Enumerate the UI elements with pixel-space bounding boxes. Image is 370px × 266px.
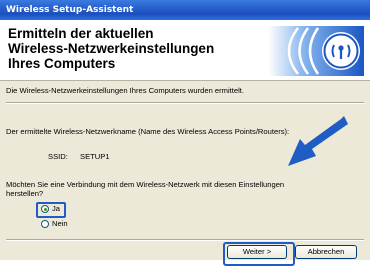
radio-nein[interactable] bbox=[41, 220, 49, 228]
info-text: Die Wireless-Netzwerkeinstellungen Ihres… bbox=[6, 86, 245, 95]
wireless-signal-icon bbox=[268, 26, 364, 76]
ssid-label: SSID: bbox=[48, 152, 68, 161]
page-title-line-2: Wireless-Netzwerkeinstellungen bbox=[8, 41, 215, 56]
question-text-line-2: herstellen? bbox=[6, 189, 44, 198]
radio-ja-label[interactable]: Ja bbox=[52, 204, 60, 213]
next-button[interactable]: Weiter > bbox=[227, 245, 287, 259]
page-title-line-3: Ihres Computers bbox=[8, 56, 116, 71]
divider-bottom bbox=[6, 239, 364, 241]
setup-wizard-window: Wireless Setup-Assistent Ermitteln der a… bbox=[0, 0, 370, 266]
window-titlebar: Wireless Setup-Assistent bbox=[0, 0, 370, 20]
page-title: Ermitteln der aktuellen Wireless-Netzwer… bbox=[8, 26, 268, 71]
cancel-button[interactable]: Abbrechen bbox=[295, 245, 357, 259]
arrow-icon bbox=[288, 116, 348, 166]
divider-top bbox=[6, 102, 364, 104]
radio-nein-label[interactable]: Nein bbox=[52, 219, 68, 228]
wizard-content: Die Wireless-Netzwerkeinstellungen Ihres… bbox=[0, 81, 370, 266]
ssid-value: SETUP1 bbox=[80, 152, 110, 161]
wizard-header: Ermitteln der aktuellen Wireless-Netzwer… bbox=[0, 20, 370, 81]
window-title: Wireless Setup-Assistent bbox=[6, 5, 134, 15]
page-title-line-1: Ermitteln der aktuellen bbox=[8, 26, 154, 41]
network-name-label: Der ermittelte Wireless-Netzwerkname (Na… bbox=[6, 127, 290, 136]
radio-ja[interactable] bbox=[41, 205, 49, 213]
question-text-line-1: Möchten Sie eine Verbindung mit dem Wire… bbox=[6, 180, 285, 189]
